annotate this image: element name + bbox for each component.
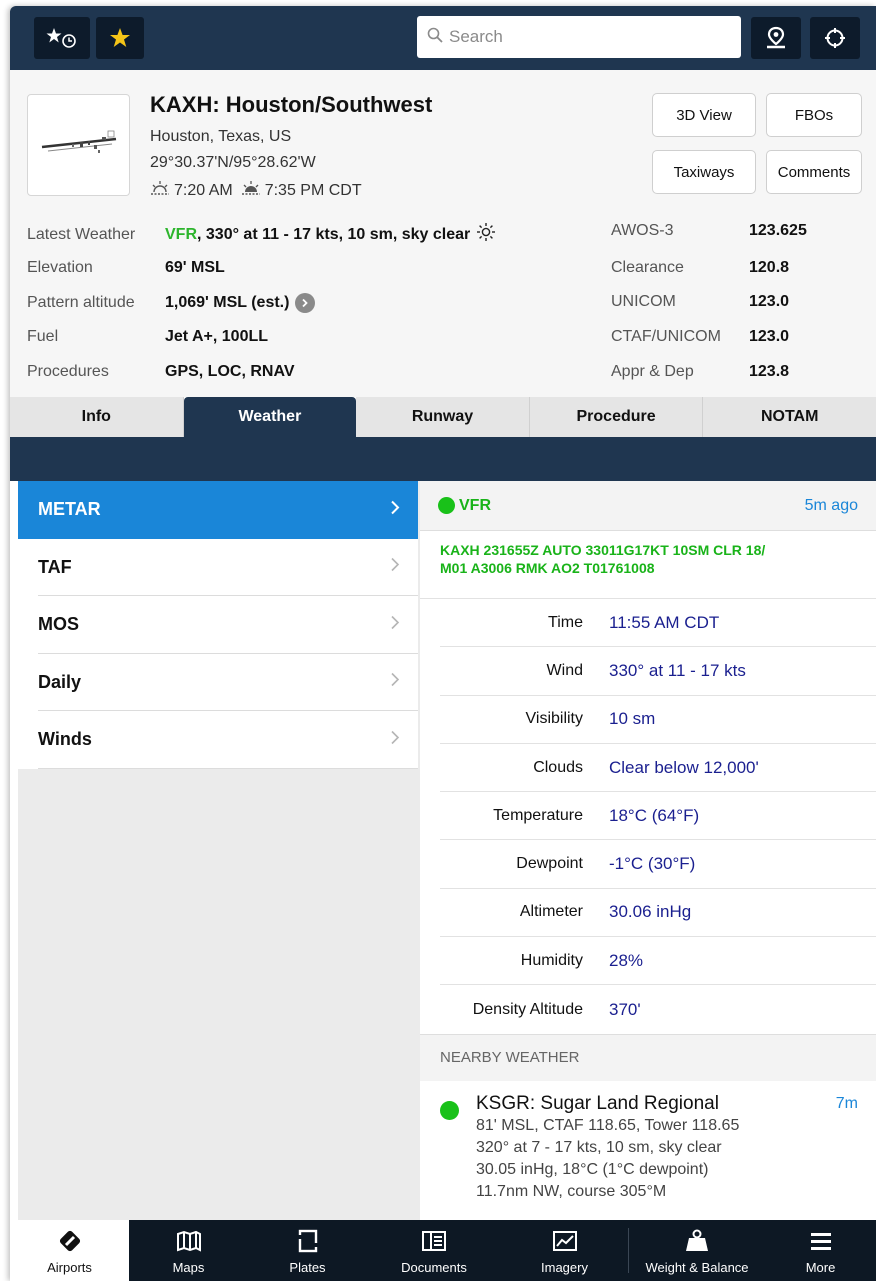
flight-category-label: VFR bbox=[459, 496, 491, 514]
nav-maps[interactable]: Maps bbox=[129, 1220, 248, 1281]
weather-menu-winds[interactable]: Winds bbox=[18, 711, 418, 769]
sun-times: 7:20 AM 7:35 PM CDT bbox=[150, 180, 362, 201]
airport-header: KAXH: Houston/Southwest Houston, Texas, … bbox=[10, 70, 876, 397]
metar-row-density-altitude: Density Altitude 370' bbox=[472, 999, 641, 1019]
info-elevation: Elevation 69' MSL bbox=[27, 259, 225, 276]
recents-button[interactable] bbox=[34, 17, 90, 59]
chevron-right-icon bbox=[390, 557, 400, 578]
metar-header: VFR 5m ago bbox=[420, 481, 876, 531]
freq-unicom[interactable]: UNICOM 123.0 bbox=[611, 293, 789, 311]
sunrise-time: 7:20 AM bbox=[174, 181, 233, 199]
tab-info[interactable]: Info bbox=[10, 397, 184, 437]
tab-weather[interactable]: Weather bbox=[183, 397, 357, 437]
map-pin-button[interactable] bbox=[751, 17, 801, 59]
airport-location: Houston, Texas, US bbox=[150, 128, 292, 145]
chevron-right-icon bbox=[390, 672, 400, 693]
top-toolbar: Search bbox=[10, 6, 876, 70]
freq-appr-dep[interactable]: Appr & Dep 123.8 bbox=[611, 363, 789, 381]
metar-row-dewpoint: Dewpoint -1°C (30°F) bbox=[440, 840, 876, 889]
maps-icon bbox=[176, 1228, 202, 1254]
plates-icon bbox=[297, 1228, 319, 1254]
favorites-button[interactable] bbox=[96, 17, 144, 59]
chevron-right-icon bbox=[302, 298, 309, 308]
airport-diagram-thumbnail[interactable] bbox=[27, 94, 130, 196]
weather-menu-taf[interactable]: TAF bbox=[18, 539, 418, 597]
metar-row-humidity: Humidity 28% bbox=[440, 937, 876, 986]
taxiways-button[interactable]: Taxiways bbox=[652, 150, 756, 194]
freq-ctaf-unicom[interactable]: CTAF/UNICOM 123.0 bbox=[611, 328, 789, 346]
app-window: Search KAXH: Houston/Southwest Houston, … bbox=[10, 6, 876, 1281]
metar-age: 5m ago bbox=[804, 496, 858, 514]
3d-view-button[interactable]: 3D View bbox=[652, 93, 756, 137]
map-pin-icon bbox=[764, 26, 788, 50]
documents-icon bbox=[421, 1228, 447, 1254]
metar-row-time: Time 11:55 AM CDT bbox=[440, 599, 876, 648]
weather-menu-metar[interactable]: METAR bbox=[18, 481, 418, 539]
weather-menu-daily[interactable]: Daily bbox=[18, 654, 418, 712]
pattern-info-button[interactable] bbox=[295, 293, 316, 313]
metar-detail: VFR 5m ago KAXH 231655Z AUTO 33011G17KT … bbox=[420, 481, 876, 1220]
weight-icon bbox=[684, 1228, 710, 1254]
comments-button[interactable]: Comments bbox=[766, 150, 862, 194]
nearby-station-age: 7m bbox=[835, 1094, 858, 1112]
nav-weight-balance[interactable]: Weight & Balance bbox=[629, 1220, 765, 1281]
chevron-right-icon bbox=[390, 499, 400, 520]
weather-sidebar: METAR TAF MOS Daily Winds bbox=[18, 481, 418, 1220]
vfr-status-dot bbox=[440, 1100, 459, 1120]
nav-plates[interactable]: Plates bbox=[248, 1220, 367, 1281]
sunset-time: 7:35 PM CDT bbox=[264, 181, 362, 199]
freq-awos[interactable]: AWOS-3 123.625 bbox=[611, 222, 807, 240]
tab-procedure[interactable]: Procedure bbox=[529, 397, 704, 437]
raw-metar: KAXH 231655Z AUTO 33011G17KT 10SM CLR 18… bbox=[420, 531, 876, 599]
vfr-status-dot bbox=[438, 497, 455, 514]
metar-row-altimeter: Altimeter 30.06 inHg bbox=[440, 889, 876, 938]
bottom-navigation: Airports Maps Plates Documents Imagery W… bbox=[10, 1220, 876, 1281]
star-clock-icon bbox=[46, 26, 78, 50]
info-label: Latest Weather bbox=[27, 225, 136, 243]
info-latest-weather: Latest Weather VFR, 330° at 11 - 17 kts,… bbox=[27, 222, 496, 247]
freq-clearance[interactable]: Clearance 120.8 bbox=[611, 259, 789, 277]
tab-content-band bbox=[10, 437, 876, 481]
menu-icon bbox=[810, 1228, 832, 1254]
weather-summary: , 330° at 11 - 17 kts, 10 sm, sky clear bbox=[197, 225, 471, 243]
sunrise-icon bbox=[150, 180, 170, 201]
info-procedures: Procedures GPS, LOC, RNAV bbox=[27, 363, 295, 380]
airport-title: KAXH: Houston/Southwest bbox=[150, 92, 433, 117]
nearby-station-ksgr[interactable]: KSGR: Sugar Land Regional 7m 81' MSL, CT… bbox=[420, 1081, 876, 1203]
tab-runway[interactable]: Runway bbox=[356, 397, 530, 437]
fbos-button[interactable]: FBOs bbox=[766, 93, 862, 137]
sunset-icon bbox=[241, 180, 261, 201]
metar-row-clouds: Clouds Clear below 12,000' bbox=[440, 744, 876, 793]
nav-airports[interactable]: Airports bbox=[10, 1220, 129, 1281]
flight-category: VFR bbox=[165, 225, 197, 243]
imagery-icon bbox=[552, 1228, 578, 1254]
metar-row-wind: Wind 330° at 11 - 17 kts bbox=[440, 647, 876, 696]
tab-notam[interactable]: NOTAM bbox=[703, 397, 876, 437]
nav-documents[interactable]: Documents bbox=[367, 1220, 501, 1281]
nav-imagery[interactable]: Imagery bbox=[501, 1220, 628, 1281]
weather-menu-mos[interactable]: MOS bbox=[18, 596, 418, 654]
chevron-right-icon bbox=[390, 614, 400, 635]
search-icon bbox=[427, 27, 443, 48]
airport-coordinates: 29°30.37'N/95°28.62'W bbox=[150, 154, 316, 171]
search-placeholder: Search bbox=[449, 27, 503, 46]
info-fuel: Fuel Jet A+, 100LL bbox=[27, 328, 269, 345]
crosshair-icon bbox=[824, 27, 846, 49]
chevron-right-icon bbox=[390, 729, 400, 750]
metar-row-visibility: Visibility 10 sm bbox=[440, 696, 876, 744]
sun-clear-icon bbox=[476, 222, 496, 247]
metar-row-temperature: Temperature 18°C (64°F) bbox=[440, 792, 876, 841]
nearby-weather-header: NEARBY WEATHER bbox=[420, 1033, 876, 1081]
star-icon bbox=[109, 27, 131, 49]
search-input[interactable]: Search bbox=[417, 16, 741, 58]
airports-icon bbox=[57, 1228, 83, 1254]
airport-tabs: Info Weather Runway Procedure NOTAM bbox=[10, 397, 876, 437]
nav-more[interactable]: More bbox=[765, 1220, 876, 1281]
info-pattern-altitude: Pattern altitude 1,069' MSL (est.) bbox=[27, 293, 316, 313]
locate-button[interactable] bbox=[810, 17, 860, 59]
weather-content: METAR TAF MOS Daily Winds VFR 5m ago KAX… bbox=[18, 481, 876, 1220]
nearby-station-name: KSGR: Sugar Land Regional bbox=[476, 1092, 719, 1114]
